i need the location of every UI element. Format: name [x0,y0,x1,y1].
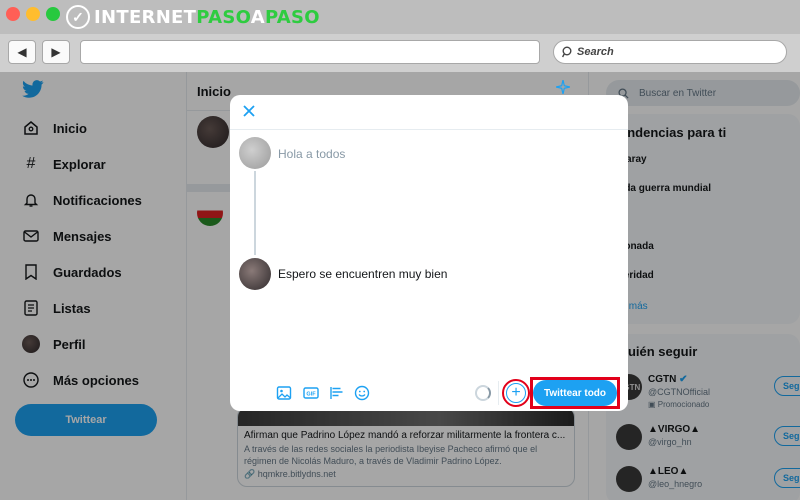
back-button[interactable]: ◀ [8,40,36,64]
search-icon [562,46,572,58]
browser-toolbar: ◀ ▶ Search [0,34,800,72]
gif-icon[interactable]: GIF [303,385,319,401]
chevron-left-icon: ◀ [17,45,27,59]
image-icon[interactable] [276,385,292,401]
close-icon [243,105,255,117]
close-window-button[interactable] [6,7,20,21]
toolbar-separator [498,381,499,405]
thread-line [254,171,256,255]
brand-logo: ✓ INTERNETPASOAPASO [66,5,320,29]
brand-logo-icon: ✓ [66,5,90,29]
forward-button[interactable]: ▶ [42,40,70,64]
avatar [239,258,271,290]
chevron-right-icon: ▶ [51,45,61,59]
modal-divider [230,129,628,130]
compose-thread-modal: Hola a todos Espero se encuentren muy bi… [230,95,628,411]
character-progress-ring [475,385,491,401]
first-tweet-input[interactable]: Hola a todos [278,147,345,161]
avatar [239,137,271,169]
highlight-circle [502,379,530,407]
brand-logo-text: INTERNETPASOAPASO [94,6,320,28]
close-modal-button[interactable] [242,104,258,120]
poll-icon[interactable] [329,385,345,401]
browser-search-placeholder: Search [577,46,614,58]
browser-search-input[interactable]: Search [553,40,787,64]
emoji-icon[interactable] [354,385,370,401]
address-bar[interactable] [80,40,540,64]
minimize-window-button[interactable] [26,7,40,21]
second-tweet-input[interactable]: Espero se encuentren muy bien [278,267,447,281]
window-titlebar: ✓ INTERNETPASOAPASO [0,0,800,34]
svg-text:GIF: GIF [306,392,316,398]
maximize-window-button[interactable] [46,7,60,21]
highlight-box [530,377,620,409]
